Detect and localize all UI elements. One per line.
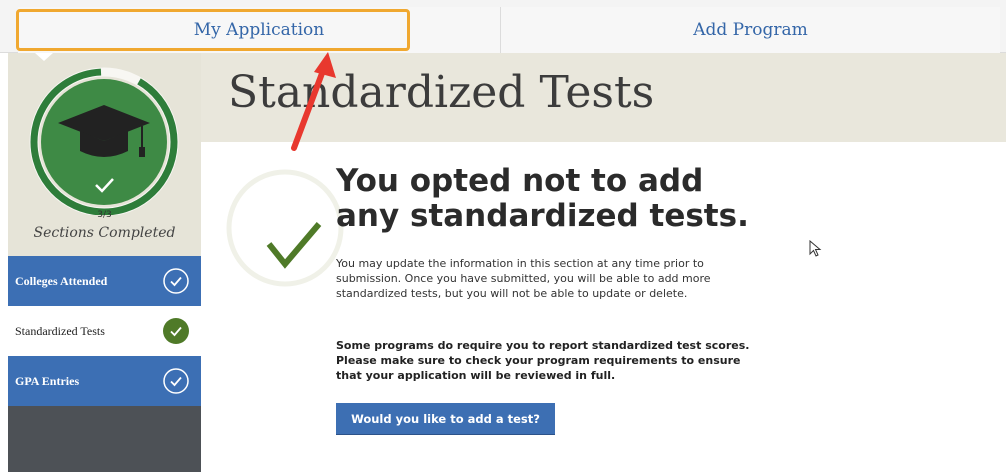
check-circle-icon: [163, 268, 189, 294]
tab-pointer-caret: [35, 53, 53, 61]
program-requirements-note: Some programs do require you to report s…: [336, 339, 750, 382]
update-info-text: You may update the information in this s…: [336, 257, 711, 300]
sidebar-empty-area: [8, 406, 201, 472]
sidebar-item-label: Colleges Attended: [15, 273, 108, 288]
sections-count: 3/3: [97, 210, 112, 220]
mouse-pointer-icon: [809, 240, 822, 257]
main-content: You opted not to add any standardized te…: [201, 142, 1006, 472]
top-tab-bar: My Application Add Program: [0, 0, 1006, 53]
page-header: Standardized Tests: [201, 53, 1006, 142]
sidebar-item-gpa-entries[interactable]: GPA Entries: [8, 356, 201, 406]
check-circle-icon: [163, 318, 189, 344]
sidebar-item-standardized-tests[interactable]: Standardized Tests: [8, 306, 201, 356]
tab-my-application-label: My Application: [193, 20, 325, 40]
progress-ring: [29, 67, 179, 215]
opted-out-headline: You opted not to add any standardized te…: [336, 163, 749, 234]
tab-my-application[interactable]: My Application: [18, 7, 500, 53]
tab-add-program-label: Add Program: [693, 20, 808, 40]
sidebar: 3/3 Sections Completed Colleges Attended…: [8, 53, 201, 472]
sidebar-item-label: Standardized Tests: [15, 323, 105, 338]
sections-completed-label: Sections Completed: [33, 225, 176, 241]
check-circle-icon: [163, 368, 189, 394]
add-test-button[interactable]: Would you like to add a test?: [336, 403, 555, 434]
large-check-icon: [226, 169, 344, 287]
page-title: Standardized Tests: [228, 67, 655, 118]
tab-add-program[interactable]: Add Program: [500, 7, 1000, 53]
sidebar-item-label: GPA Entries: [15, 373, 80, 388]
sidebar-item-colleges-attended[interactable]: Colleges Attended: [8, 256, 201, 306]
